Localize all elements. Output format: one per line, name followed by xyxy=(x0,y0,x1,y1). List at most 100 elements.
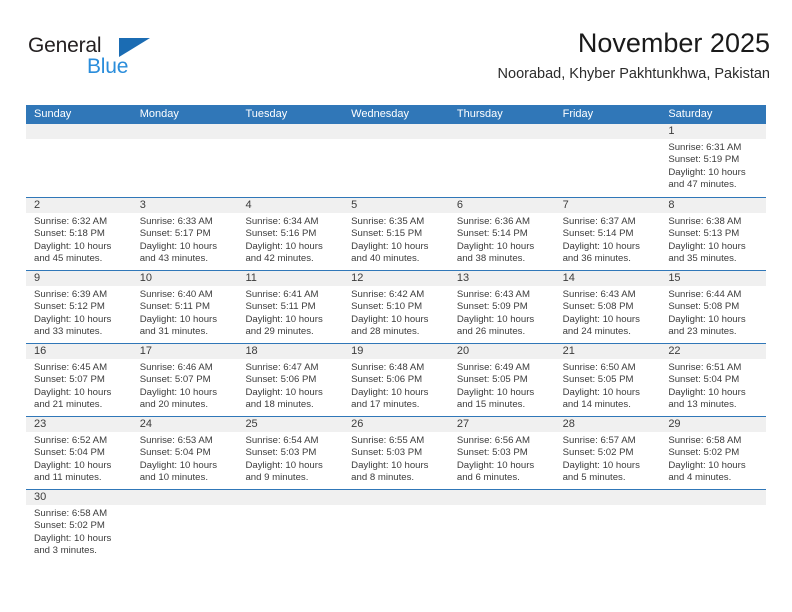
daylight-duration-line2: and 33 minutes. xyxy=(34,325,103,337)
day-number: 26 xyxy=(343,417,449,432)
day-cell[interactable]: 2 Sunrise: 6:32 AM Sunset: 5:18 PM Daylight… xyxy=(26,198,132,270)
day-number: 27 xyxy=(448,417,555,432)
sunset-time: Sunset: 5:03 PM xyxy=(245,447,317,459)
sunrise-time: Sunrise: 6:53 AM xyxy=(139,435,213,446)
day-number: 22 xyxy=(660,344,767,359)
daylight-duration-line2: and 15 minutes. xyxy=(456,398,526,410)
sunrise-time: Sunrise: 6:33 AM xyxy=(139,216,213,227)
day-cell[interactable]: 29 Sunrise: 6:58 AM Sunset: 5:02 PM Dayligh… xyxy=(660,417,767,489)
day-number: 3 xyxy=(131,198,238,213)
daylight-duration-line2: and 17 minutes. xyxy=(351,398,420,410)
day-cell[interactable]: 18 Sunrise: 6:47 AM Sunset: 5:06 PM Dayligh… xyxy=(237,344,344,416)
sunrise-time: Sunrise: 6:41 AM xyxy=(245,289,319,300)
day-cell[interactable]: 11 Sunrise: 6:41 AM Sunset: 5:11 PM Dayligh… xyxy=(237,271,344,343)
sunrise-time: Sunrise: 6:37 AM xyxy=(562,216,636,227)
day-details: Sunrise: 6:34 AM Sunset: 5:16 PM Daylight:… xyxy=(237,213,343,265)
daylight-duration-line1: Daylight: 10 hours xyxy=(668,166,746,178)
daylight-duration-line1: Daylight: 10 hours xyxy=(245,459,323,471)
day-cell-empty xyxy=(448,124,555,197)
day-cell[interactable]: 28 Sunrise: 6:57 AM Sunset: 5:02 PM Dayligh… xyxy=(554,417,661,489)
day-cell[interactable]: 16 Sunrise: 6:45 AM Sunset: 5:07 PM Dayligh… xyxy=(26,344,132,416)
day-cell[interactable]: 5 Sunrise: 6:35 AM Sunset: 5:15 PM Daylight… xyxy=(343,198,449,270)
daylight-duration-line2: and 10 minutes. xyxy=(139,471,208,483)
sunset-time: Sunset: 5:02 PM xyxy=(668,447,740,459)
day-number: 23 xyxy=(26,417,132,432)
day-details: Sunrise: 6:35 AM Sunset: 5:15 PM Daylight:… xyxy=(343,213,449,265)
day-details: Sunrise: 6:54 AM Sunset: 5:03 PM Daylight:… xyxy=(237,432,343,484)
logo-text-general: General xyxy=(28,34,102,57)
sunset-time: Sunset: 5:04 PM xyxy=(139,447,211,459)
day-cell[interactable]: 25 Sunrise: 6:54 AM Sunset: 5:03 PM Dayligh… xyxy=(237,417,344,489)
day-details: Sunrise: 6:40 AM Sunset: 5:11 PM Daylight:… xyxy=(132,286,238,338)
sunset-time: Sunset: 5:02 PM xyxy=(34,520,105,532)
day-cell[interactable]: 3 Sunrise: 6:33 AM Sunset: 5:17 PM Daylight… xyxy=(131,198,238,270)
day-cell[interactable]: 1 Sunrise: 6:31 AM Sunset: 5:19 PM Daylight… xyxy=(660,124,767,197)
daylight-duration-line2: and 24 minutes. xyxy=(562,325,631,337)
day-cell[interactable]: 27 Sunrise: 6:56 AM Sunset: 5:03 PM Dayligh… xyxy=(448,417,555,489)
day-number: 5 xyxy=(343,198,449,213)
day-number: 30 xyxy=(26,490,132,505)
day-cell[interactable]: 22 Sunrise: 6:51 AM Sunset: 5:04 PM Dayligh… xyxy=(660,344,767,416)
day-number: 15 xyxy=(660,271,767,286)
weekday-header-saturday: Saturday xyxy=(668,108,713,120)
day-details: Sunrise: 6:48 AM Sunset: 5:06 PM Daylight:… xyxy=(343,359,449,411)
daylight-duration-line2: and 26 minutes. xyxy=(456,325,526,337)
day-details: Sunrise: 6:39 AM Sunset: 5:12 PM Daylight:… xyxy=(26,286,132,338)
daylight-duration-line1: Daylight: 10 hours xyxy=(139,459,218,471)
page-title: November 2025 xyxy=(577,28,770,58)
daylight-duration-line1: Daylight: 10 hours xyxy=(139,386,218,398)
daylight-duration-line2: and 47 minutes. xyxy=(668,178,737,190)
day-cell[interactable]: 26 Sunrise: 6:55 AM Sunset: 5:03 PM Dayligh… xyxy=(343,417,449,489)
day-cell[interactable]: 7 Sunrise: 6:37 AM Sunset: 5:14 PM Daylight… xyxy=(554,198,661,270)
day-number xyxy=(343,124,449,139)
day-details: Sunrise: 6:47 AM Sunset: 5:06 PM Daylight:… xyxy=(237,359,343,411)
sunset-time: Sunset: 5:14 PM xyxy=(562,228,634,240)
sunrise-time: Sunrise: 6:43 AM xyxy=(456,289,530,300)
day-number xyxy=(448,124,555,139)
sunset-time: Sunset: 5:03 PM xyxy=(456,447,528,459)
day-cell[interactable]: 12 Sunrise: 6:42 AM Sunset: 5:10 PM Dayligh… xyxy=(343,271,449,343)
sunset-time: Sunset: 5:08 PM xyxy=(668,301,740,313)
day-cell[interactable]: 14 Sunrise: 6:43 AM Sunset: 5:08 PM Dayligh… xyxy=(554,271,661,343)
title-block: November 2025 Noorabad, Khyber Pakhtunkh… xyxy=(498,26,770,84)
day-details: Sunrise: 6:31 AM Sunset: 5:19 PM Daylight:… xyxy=(660,139,766,191)
day-cell-empty xyxy=(343,490,449,562)
daylight-duration-line1: Daylight: 10 hours xyxy=(456,313,535,325)
day-cell[interactable]: 30 Sunrise: 6:58 AM Sunset: 5:02 PM Dayligh… xyxy=(26,490,132,562)
day-number xyxy=(448,490,555,505)
day-cell[interactable]: 4 Sunrise: 6:34 AM Sunset: 5:16 PM Daylight… xyxy=(237,198,344,270)
day-cell[interactable]: 9 Sunrise: 6:39 AM Sunset: 5:12 PM Daylight… xyxy=(26,271,132,343)
weekday-header-sunday: Sunday xyxy=(34,108,72,120)
daylight-duration-line2: and 38 minutes. xyxy=(456,252,526,264)
sunrise-time: Sunrise: 6:52 AM xyxy=(34,435,108,446)
day-cell[interactable]: 6 Sunrise: 6:36 AM Sunset: 5:14 PM Daylight… xyxy=(448,198,555,270)
sunset-time: Sunset: 5:16 PM xyxy=(245,228,317,240)
day-details: Sunrise: 6:58 AM Sunset: 5:02 PM Daylight:… xyxy=(26,505,132,557)
sunrise-time: Sunrise: 6:39 AM xyxy=(34,289,108,300)
day-cell[interactable]: 21 Sunrise: 6:50 AM Sunset: 5:05 PM Dayligh… xyxy=(554,344,661,416)
day-number xyxy=(554,490,661,505)
sunrise-time: Sunrise: 6:58 AM xyxy=(668,435,742,446)
sunrise-time: Sunrise: 6:38 AM xyxy=(668,216,742,227)
day-cell[interactable]: 8 Sunrise: 6:38 AM Sunset: 5:13 PM Daylight… xyxy=(660,198,767,270)
day-cell[interactable]: 24 Sunrise: 6:53 AM Sunset: 5:04 PM Dayligh… xyxy=(131,417,238,489)
day-cell[interactable]: 13 Sunrise: 6:43 AM Sunset: 5:09 PM Dayligh… xyxy=(448,271,555,343)
daylight-duration-line1: Daylight: 10 hours xyxy=(34,313,112,325)
day-details: Sunrise: 6:36 AM Sunset: 5:14 PM Daylight:… xyxy=(449,213,555,265)
daylight-duration-line1: Daylight: 10 hours xyxy=(34,532,112,544)
day-cell[interactable]: 23 Sunrise: 6:52 AM Sunset: 5:04 PM Dayligh… xyxy=(26,417,132,489)
sunset-time: Sunset: 5:09 PM xyxy=(456,301,528,313)
daylight-duration-line2: and 6 minutes. xyxy=(456,471,520,483)
calendar-week-row: 30 Sunrise: 6:58 AM Sunset: 5:02 PM Dayligh… xyxy=(26,489,767,562)
day-cell[interactable]: 19 Sunrise: 6:48 AM Sunset: 5:06 PM Dayligh… xyxy=(343,344,449,416)
sunset-time: Sunset: 5:08 PM xyxy=(562,301,634,313)
sunrise-time: Sunrise: 6:58 AM xyxy=(34,508,108,519)
calendar-week-row: 16 Sunrise: 6:45 AM Sunset: 5:07 PM Dayligh… xyxy=(26,343,767,416)
daylight-duration-line1: Daylight: 10 hours xyxy=(351,386,429,398)
weekday-header-friday: Friday xyxy=(562,108,594,120)
day-cell[interactable]: 15 Sunrise: 6:44 AM Sunset: 5:08 PM Dayligh… xyxy=(660,271,767,343)
day-cell[interactable]: 17 Sunrise: 6:46 AM Sunset: 5:07 PM Dayligh… xyxy=(131,344,238,416)
day-cell[interactable]: 20 Sunrise: 6:49 AM Sunset: 5:05 PM Dayligh… xyxy=(448,344,555,416)
day-cell[interactable]: 10 Sunrise: 6:40 AM Sunset: 5:11 PM Dayligh… xyxy=(131,271,238,343)
day-number xyxy=(237,490,344,505)
